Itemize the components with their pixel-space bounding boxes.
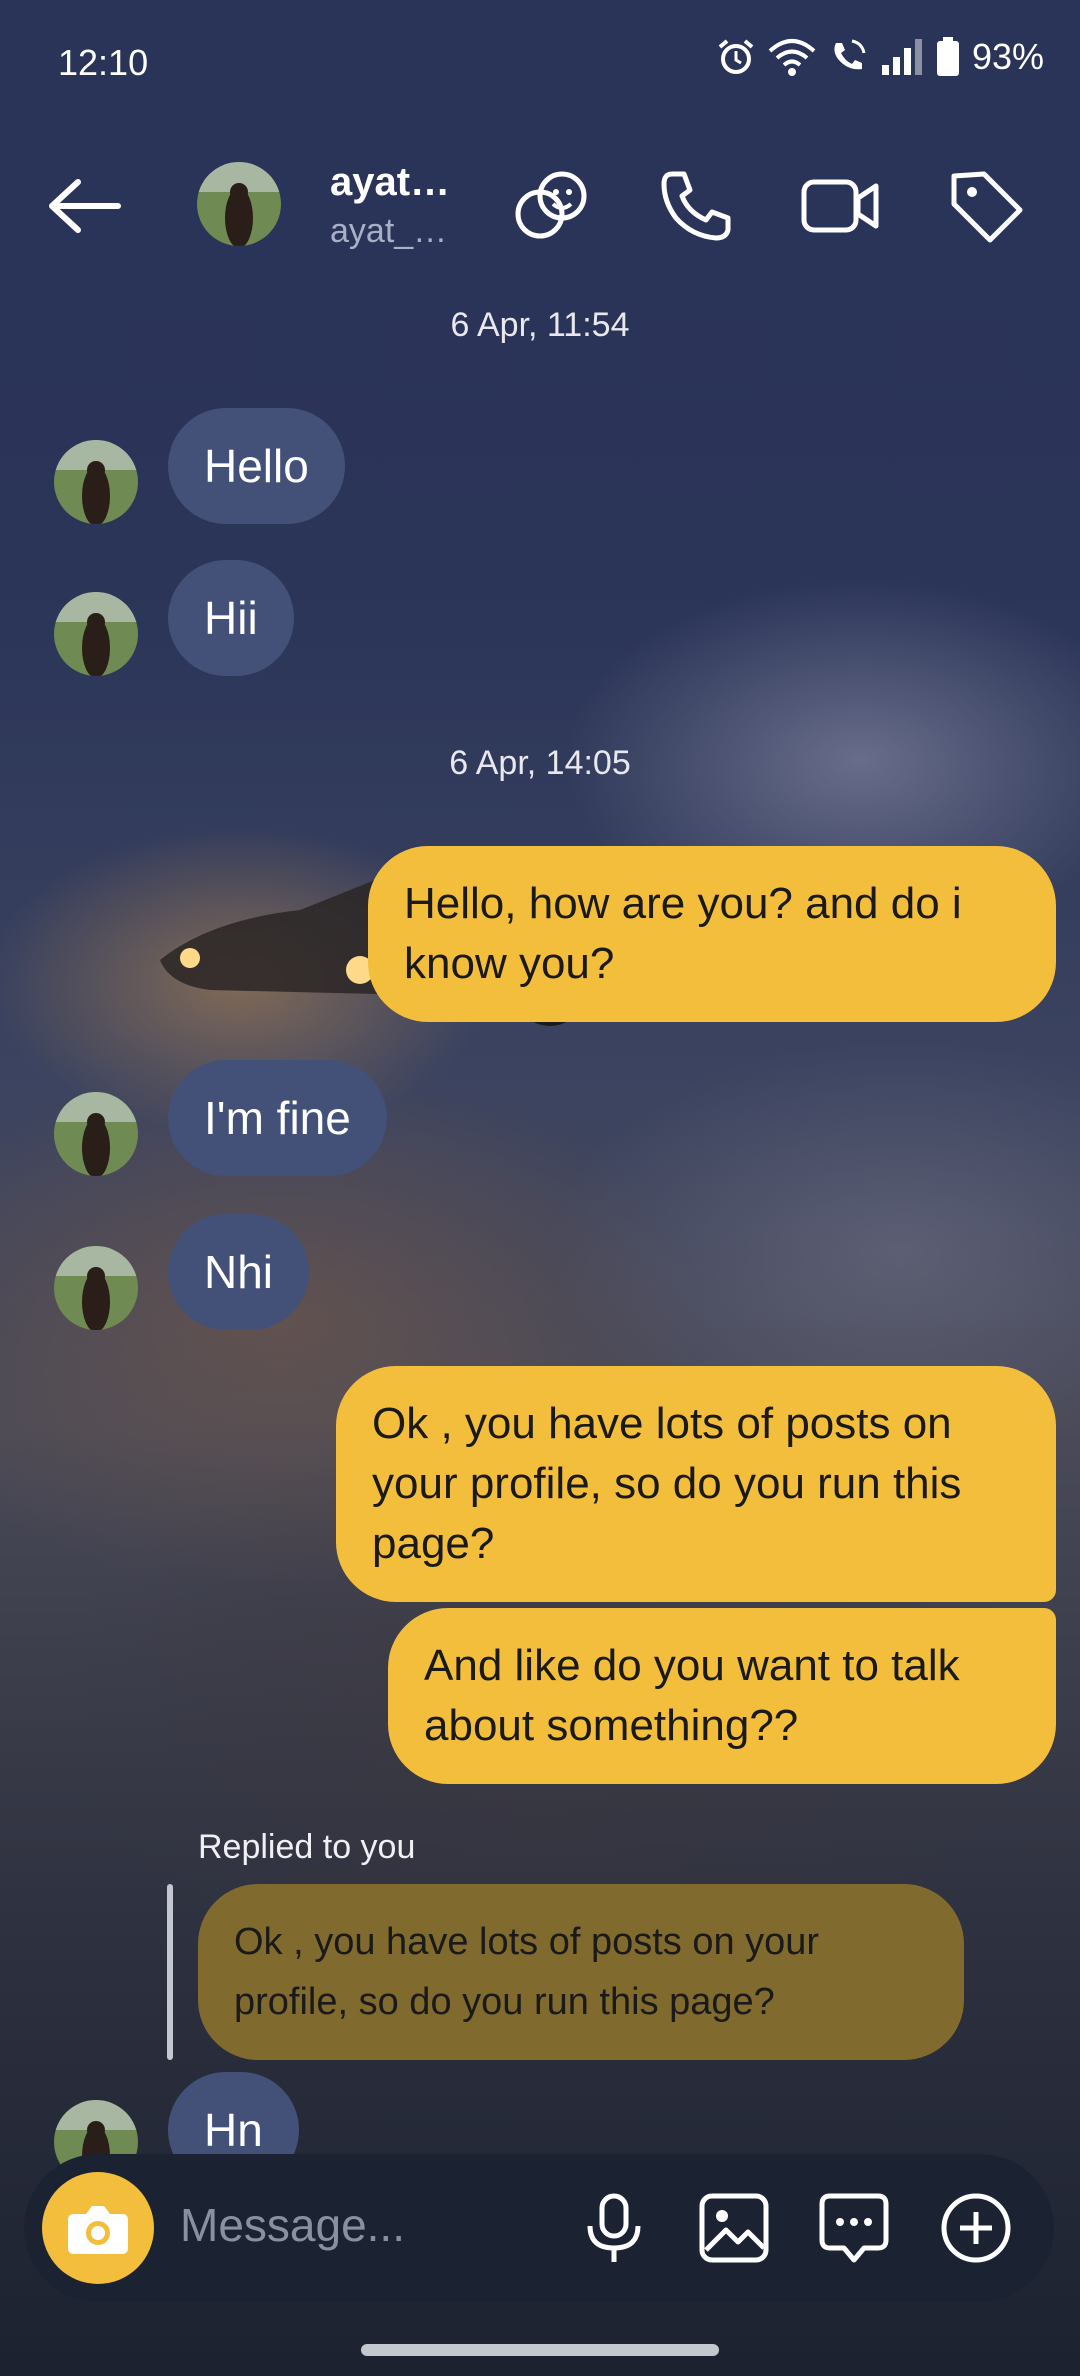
avatar-photo (54, 1246, 138, 1330)
timestamp: 6 Apr, 11:54 (450, 306, 630, 344)
avatar[interactable] (54, 440, 138, 524)
wifi-calling-icon (834, 39, 866, 70)
received-message[interactable]: I'm fine (168, 1060, 387, 1176)
signal-icon (881, 39, 922, 75)
message-line: your profile, so do you run this (372, 1459, 962, 1508)
chat-bubble-icon[interactable] (816, 2190, 892, 2266)
gallery-icon[interactable] (696, 2190, 772, 2266)
avatar[interactable] (197, 162, 281, 246)
message-input[interactable]: Message... (180, 2198, 405, 2252)
avatar-photo (54, 440, 138, 524)
received-message[interactable]: Nhi (168, 1214, 310, 1330)
received-message[interactable]: Hii (168, 560, 294, 676)
add-icon[interactable] (938, 2190, 1014, 2266)
sent-message[interactable]: And like do you want to talk about somet… (388, 1608, 1056, 1784)
sent-message[interactable]: Ok , you have lots of posts on your prof… (336, 1366, 1056, 1602)
phone-icon[interactable] (654, 164, 738, 248)
message-line: profile, so do you run this page? (234, 1981, 775, 2023)
status-time: 12:10 (58, 42, 149, 83)
message-line: Ok , you have lots of posts on your (234, 1921, 820, 1963)
message-line: And like do you want to talk (424, 1641, 960, 1690)
avatar-photo (54, 1092, 138, 1176)
reply-indicator-bar (167, 1884, 173, 2060)
microphone-icon[interactable] (576, 2190, 652, 2266)
battery-icon (936, 37, 959, 76)
back-arrow-icon[interactable] (46, 176, 122, 236)
home-indicator[interactable] (361, 2344, 719, 2356)
chat-header: ayat… ayat_… (0, 150, 1080, 260)
received-message[interactable]: Hello (168, 408, 345, 524)
stickers-icon[interactable] (508, 164, 592, 248)
battery-percentage: 93% (971, 36, 1044, 77)
message-line: about something?? (424, 1701, 799, 1750)
contact-handle[interactable]: ayat_… (330, 212, 447, 251)
camera-icon (68, 2206, 128, 2254)
avatar[interactable] (54, 1246, 138, 1330)
video-icon[interactable] (798, 164, 882, 248)
message-line: Hello, how are you? and do i (404, 879, 962, 928)
alarm-icon (718, 39, 754, 74)
sent-message[interactable]: Hello, how are you? and do i know you? (368, 846, 1056, 1022)
contact-name[interactable]: ayat… (330, 160, 450, 205)
avatar[interactable] (54, 592, 138, 676)
message-line: know you? (404, 939, 615, 988)
avatar-photo (197, 162, 281, 246)
reply-label: Replied to you (198, 1828, 416, 1866)
avatar-photo (54, 592, 138, 676)
message-line: page? (372, 1519, 495, 1568)
message-line: Ok , you have lots of posts on (372, 1399, 952, 1448)
quoted-message[interactable]: Ok , you have lots of posts on your prof… (198, 1884, 964, 2060)
camera-button[interactable] (42, 2172, 154, 2284)
message-composer: Message... (24, 2154, 1054, 2302)
wifi-icon (768, 39, 816, 76)
avatar[interactable] (54, 1092, 138, 1176)
status-bar: 12:10 93% (0, 0, 1080, 120)
timestamp: 6 Apr, 14:05 (449, 744, 631, 782)
tag-icon[interactable] (944, 164, 1028, 248)
